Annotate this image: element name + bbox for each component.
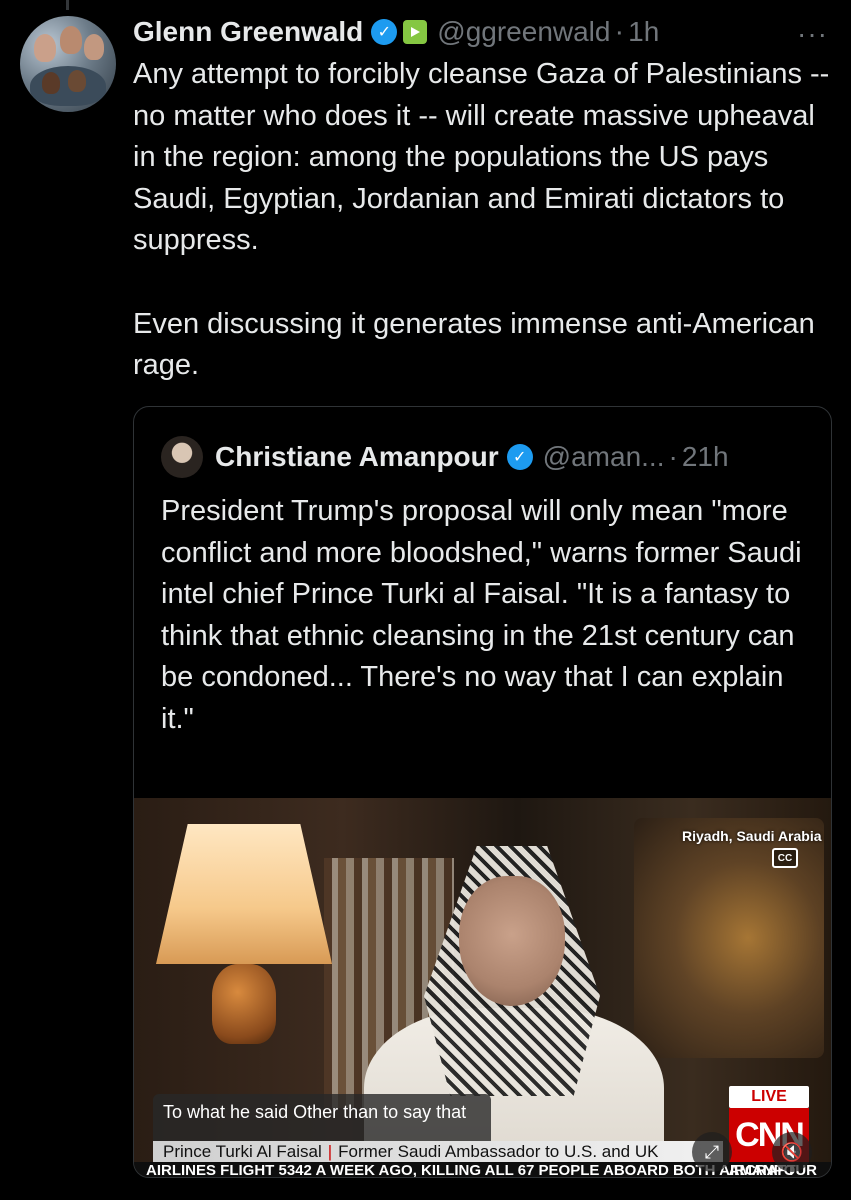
quoted-tweet-header: Christiane Amanpour ✓ @aman... · 21h — [161, 435, 729, 479]
quoted-tweet-card[interactable]: Christiane Amanpour ✓ @aman... · 21h Pre… — [133, 406, 832, 1178]
avatar[interactable] — [20, 16, 116, 112]
separator-dot: · — [614, 15, 625, 48]
video-player[interactable]: Riyadh, Saudi Arabia CC To what he said … — [134, 798, 831, 1177]
quoted-author-avatar — [161, 436, 203, 478]
author-name[interactable]: Glenn Greenwald — [133, 16, 363, 48]
verified-badge-icon: ✓ — [371, 19, 398, 45]
lower-third-separator: | — [327, 1142, 333, 1161]
video-frame-lamp-base — [212, 964, 276, 1044]
video-frame-lamp — [156, 824, 332, 964]
rumble-affiliate-icon[interactable] — [403, 20, 428, 44]
quoted-author-handle: @aman... — [542, 441, 665, 472]
verified-badge-icon: ✓ — [506, 444, 533, 470]
lower-third-name: Prince Turki Al Faisal — [163, 1142, 322, 1161]
closed-captions-icon[interactable]: CC — [772, 848, 798, 868]
lower-third-title: Former Saudi Ambassador to U.S. and UK — [338, 1142, 659, 1161]
tweet-body: Glenn Greenwald ✓ @ggreenwald · 1h ··· A… — [133, 10, 833, 387]
author-handle[interactable]: @ggreenwald — [437, 16, 610, 48]
quoted-tweet-text: President Trump's proposal will only mea… — [161, 495, 810, 735]
thread-connector-line — [66, 0, 69, 10]
tweet-text: Any attempt to forcibly cleanse Gaza of … — [133, 58, 830, 382]
expand-icon[interactable]: ⤢ — [692, 1132, 732, 1172]
more-options-icon[interactable]: ··· — [797, 18, 828, 50]
tweet-header: Glenn Greenwald ✓ @ggreenwald · 1h — [133, 10, 833, 54]
video-location-tag: Riyadh, Saudi Arabia — [682, 828, 822, 844]
quoted-author-name: Christiane Amanpour — [215, 441, 499, 472]
video-lower-third: Prince Turki Al Faisal | Former Saudi Amba… — [153, 1141, 723, 1163]
mute-icon[interactable]: 🔇 — [772, 1132, 812, 1172]
live-badge: LIVE — [729, 1086, 809, 1108]
quoted-tweet-timestamp: 21h — [681, 441, 729, 472]
video-frame-speaker-face — [459, 876, 565, 1006]
tweet-timestamp[interactable]: 1h — [628, 16, 659, 48]
separator-dot: · — [668, 441, 678, 472]
